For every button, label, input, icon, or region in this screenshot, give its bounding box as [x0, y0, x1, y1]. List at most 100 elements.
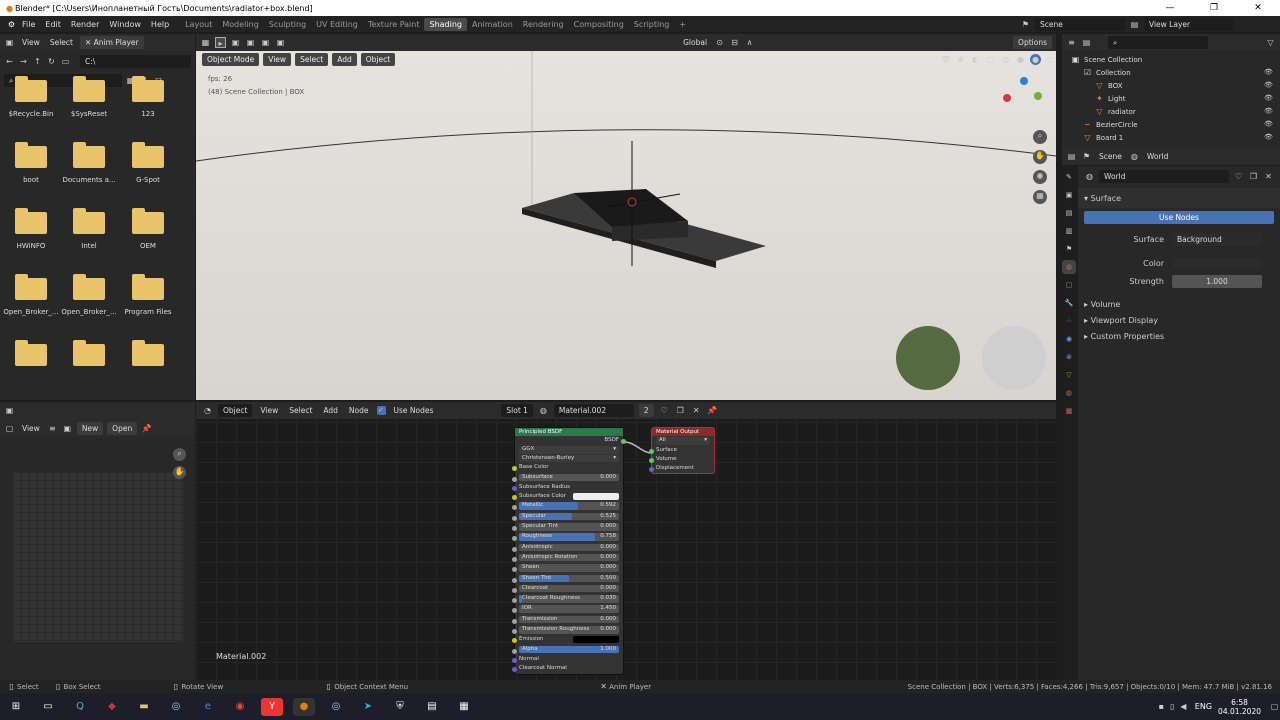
texture-tab-icon[interactable]: ▦ — [1062, 404, 1076, 418]
bsdf-value-field[interactable]: Transmission Roughness 0.000 — [519, 626, 619, 634]
editor-type-icon[interactable]: ▢ — [4, 423, 15, 434]
parent-dir-icon[interactable]: ↑ — [32, 56, 43, 67]
scene-selector[interactable]: Scene — [1035, 17, 1125, 31]
tab-scripting[interactable]: Scripting — [629, 18, 675, 31]
windows-start-icon[interactable]: ⊞ — [5, 698, 27, 716]
displacement-socket[interactable] — [649, 467, 654, 473]
outliner-item[interactable]: ▽ BOX 👁 — [1062, 79, 1280, 92]
color-swatch[interactable] — [573, 493, 619, 501]
gizmo-z[interactable] — [1020, 77, 1028, 85]
outliner-item[interactable]: ✦ Light 👁 — [1062, 92, 1280, 105]
menu-file[interactable]: File — [17, 20, 40, 29]
bsdf-value-field[interactable]: Transmission 0.000 — [519, 615, 619, 624]
editor-type-icon[interactable]: ▣ — [4, 37, 15, 48]
folder-item[interactable]: 123 — [119, 76, 177, 118]
telegram-icon[interactable]: ➤ — [357, 698, 379, 716]
path-field[interactable]: C:\ — [80, 54, 191, 68]
folder-item[interactable]: $Recycle.Bin — [2, 76, 60, 118]
outliner-item[interactable]: ▽ radiator 👁 — [1062, 105, 1280, 118]
network-icon[interactable]: ▯ — [1167, 701, 1178, 712]
snap-icon[interactable]: ⊟ — [729, 37, 740, 48]
3d-viewport[interactable] — [196, 51, 1056, 400]
ne-select-menu[interactable]: Select — [286, 406, 315, 415]
menu-window[interactable]: Window — [104, 20, 146, 29]
bsdf-value-field[interactable]: Clearcoat Roughness 0.030 — [519, 595, 619, 603]
visibility-eye-icon[interactable]: 👁 — [1263, 67, 1274, 78]
anim-player-status-icon[interactable]: ✕ — [598, 681, 609, 692]
visibility-eye-icon[interactable]: 👁 — [1263, 106, 1274, 117]
use-nodes-checkbox[interactable]: ✓ — [376, 406, 386, 415]
blender-task-icon[interactable]: ● — [293, 697, 315, 716]
tool-tab-icon[interactable]: ✎ — [1062, 170, 1076, 184]
security-icon[interactable]: ⛨ — [389, 698, 411, 716]
pin-icon[interactable]: 📌 — [141, 423, 152, 434]
chrome-icon[interactable]: ◉ — [229, 698, 251, 716]
outliner-search-input[interactable]: ⌕ — [1108, 35, 1208, 49]
bsdf-value-field[interactable]: Metallic 0.592 — [519, 502, 619, 510]
world-name-field[interactable]: World — [1099, 169, 1229, 183]
object-tab-icon[interactable]: ▢ — [1062, 278, 1076, 292]
image-editor-icon[interactable]: ▣ — [4, 405, 15, 416]
game-app-icon[interactable]: ◆ — [101, 698, 123, 716]
volume-socket[interactable] — [649, 457, 654, 463]
render-tab-icon[interactable]: ▣ — [1062, 188, 1076, 202]
input-socket[interactable] — [512, 556, 517, 562]
slot-dropdown[interactable]: Slot 1 — [501, 404, 533, 417]
clock[interactable]: 6:58 04.01.2020 — [1218, 698, 1261, 716]
distribution-dropdown[interactable]: GGX ▾ — [519, 446, 619, 454]
input-socket[interactable] — [512, 515, 517, 521]
tab-sculpting[interactable]: Sculpting — [264, 18, 311, 31]
bsdf-value-field[interactable]: Sheen Tint 0.500 — [519, 574, 619, 583]
filter-icon[interactable]: ▽ — [1265, 37, 1276, 48]
constraints-tab-icon[interactable]: ⊗ — [1062, 350, 1076, 364]
material-tab-icon[interactable]: ◍ — [1062, 386, 1076, 400]
mode-selector[interactable]: Object Mode — [202, 52, 260, 66]
bsdf-value-field[interactable]: Specular Tint 0.000 — [519, 523, 619, 531]
surface-shader-field[interactable]: Background — [1172, 232, 1262, 246]
camera-view-icon[interactable]: ◉ — [1033, 170, 1047, 184]
steam-icon[interactable]: ◎ — [165, 698, 187, 716]
input-socket[interactable] — [512, 667, 517, 673]
material-output-node[interactable]: Material Output All ▾ Surface Volume Disp… — [649, 427, 715, 475]
files-icon[interactable]: ▤ — [421, 698, 443, 716]
scene-tab-icon[interactable]: ⚑ — [1062, 242, 1076, 256]
folder-item[interactable]: boot — [2, 142, 60, 184]
rendered-shading-icon[interactable]: ◌ — [1045, 54, 1056, 65]
new-folder-icon[interactable]: ▭ — [60, 56, 71, 67]
folder-item[interactable] — [119, 340, 177, 374]
ne-add-menu[interactable]: Add — [320, 406, 341, 415]
menu-edit[interactable]: Edit — [40, 20, 66, 29]
visibility-eye-icon[interactable]: 👁 — [1263, 80, 1274, 91]
iv-view-menu[interactable]: View — [19, 424, 43, 433]
input-socket[interactable] — [512, 638, 517, 644]
gizmo-toggle-icon[interactable]: ⊕ — [955, 54, 966, 65]
iv-pan-icon[interactable]: ✋ — [173, 466, 186, 479]
shader-node-editor[interactable]: Principled BSDF BSDF GGX ▾ Christensen-Bu… — [196, 402, 1056, 680]
fb-view-menu[interactable]: View — [19, 38, 43, 47]
refresh-icon[interactable]: ↻ — [46, 56, 57, 67]
fake-user-icon[interactable]: ♡ — [659, 405, 670, 416]
input-socket[interactable] — [512, 567, 517, 573]
bsdf-value-field[interactable]: Subsurface 0.000 — [519, 473, 619, 482]
fb-select-menu[interactable]: Select — [47, 38, 76, 47]
edge-icon[interactable]: e — [197, 698, 219, 716]
outliner-item[interactable]: ▣ Scene Collection — [1062, 53, 1280, 66]
tab-layout[interactable]: Layout — [180, 18, 217, 31]
select-box-mode-icon[interactable]: ▣ — [230, 37, 241, 48]
select-intersect-icon[interactable]: ▣ — [275, 37, 286, 48]
image-canvas[interactable] — [13, 472, 183, 642]
tab-rendering[interactable]: Rendering — [518, 18, 569, 31]
input-socket[interactable] — [512, 485, 517, 491]
input-socket[interactable] — [512, 629, 517, 635]
strength-field[interactable]: 1.000 — [1172, 274, 1262, 288]
folder-item[interactable]: Program Files — [119, 274, 177, 316]
display-mode-icon[interactable]: ▤ — [1081, 37, 1092, 48]
input-socket[interactable] — [512, 648, 517, 654]
collapsed-panel-header[interactable]: ▸ Volume — [1078, 296, 1280, 312]
color-field[interactable] — [1172, 257, 1262, 269]
bsdf-value-field[interactable]: Clearcoat 0.000 — [519, 584, 619, 593]
world-tab-icon[interactable]: ◍ — [1062, 260, 1076, 274]
input-socket[interactable] — [512, 577, 517, 583]
volume-icon[interactable]: ◀ — [1178, 701, 1189, 712]
input-socket[interactable] — [512, 618, 517, 624]
